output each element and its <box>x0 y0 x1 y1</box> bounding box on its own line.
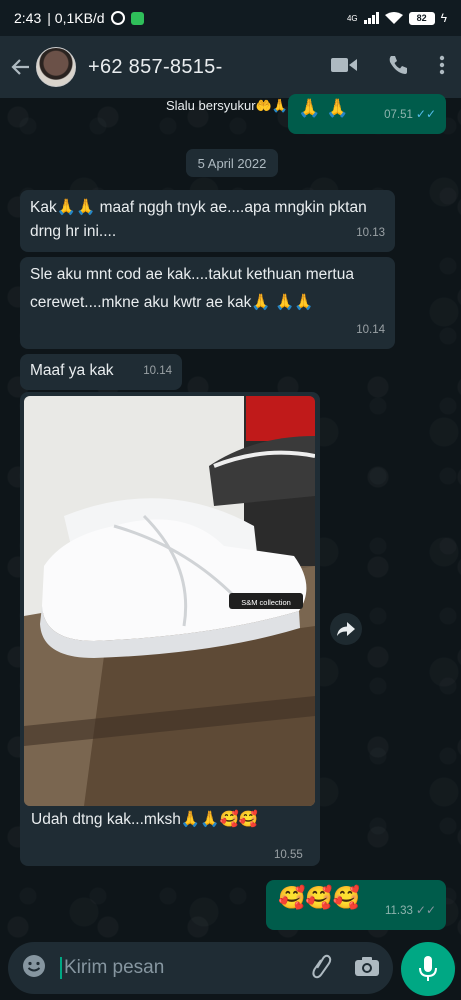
camera-icon[interactable] <box>355 956 379 981</box>
message-bubble-incoming[interactable]: Kak🙏🙏 maaf nggh tnyk ae....apa mngkin pk… <box>20 190 395 252</box>
status-bar: 2:43 | 0,1KB/d 4G 82 ϟ <box>0 0 461 36</box>
app-notification-icon <box>130 11 144 25</box>
message-time: 10.13 <box>356 227 385 239</box>
contact-name[interactable]: +62 857-8515- <box>88 56 223 79</box>
message-input[interactable] <box>60 957 311 979</box>
network-type-label: 4G <box>346 13 358 23</box>
message-time: 07.51 ✓✓ <box>384 107 436 121</box>
voice-call-icon[interactable] <box>387 54 409 81</box>
charging-icon: ϟ <box>440 11 447 25</box>
message-time: 10.14 <box>143 365 172 377</box>
message-time: 10.55 <box>274 849 303 861</box>
signal-icon <box>363 12 379 24</box>
shoe-brand-label: S&M collection <box>241 598 291 607</box>
read-ticks-icon: ✓✓ <box>415 903 436 917</box>
more-options-icon[interactable] <box>439 55 445 80</box>
message-emoji: 🥰🥰🥰 <box>278 886 361 911</box>
message-text: Maaf ya kak <box>30 362 114 379</box>
message-text: Sle aku mnt cod ae kak....takut kethuan … <box>30 266 354 311</box>
battery-icon: 82 <box>408 11 435 25</box>
message-bubble-outgoing[interactable]: 🙏 🙏 07.51 ✓✓ <box>288 94 446 134</box>
chat-area[interactable]: 🙏 🙏 07.51 ✓✓ Slalu bersyukur🤲🙏 5 April 20… <box>0 94 461 938</box>
attach-icon[interactable] <box>311 953 333 984</box>
message-text: Kak🙏🙏 maaf nggh tnyk ae....apa mngkin pk… <box>30 199 367 240</box>
alarm-icon <box>110 11 125 25</box>
message-time: 11.33 ✓✓ <box>384 903 436 917</box>
read-ticks-icon: ✓✓ <box>415 107 436 121</box>
emoji-icon[interactable] <box>22 954 46 983</box>
date-divider: 5 April 2022 <box>186 149 278 177</box>
message-text: Slalu bersyukur🤲🙏 <box>166 98 288 113</box>
video-call-icon[interactable] <box>331 56 357 79</box>
contact-avatar[interactable] <box>36 47 76 87</box>
mic-icon <box>419 956 437 981</box>
back-arrow-icon[interactable] <box>10 56 32 78</box>
message-input-bar <box>8 942 393 994</box>
message-bubble-incoming[interactable]: Sle aku mnt cod ae kak....takut kethuan … <box>20 257 395 349</box>
message-emoji: 🙏 🙏 <box>298 98 349 119</box>
wifi-icon <box>384 12 403 24</box>
message-bubble-outgoing[interactable]: 🥰🥰🥰 11.33 ✓✓ <box>266 880 446 930</box>
status-net-speed: | 0,1KB/d <box>47 10 105 26</box>
message-bubble-incoming[interactable]: Maaf ya kak 10.14 <box>20 354 182 390</box>
mic-button[interactable] <box>401 942 455 996</box>
image-caption: Udah dtng kak...mksh🙏🙏🥰🥰 <box>31 811 259 828</box>
forward-icon[interactable] <box>330 613 362 645</box>
shoe-photo[interactable]: S&M collection <box>24 396 315 806</box>
status-time: 2:43 <box>14 10 42 26</box>
message-time: 10.14 <box>356 324 385 336</box>
chat-header: +62 857-8515- <box>0 36 461 98</box>
